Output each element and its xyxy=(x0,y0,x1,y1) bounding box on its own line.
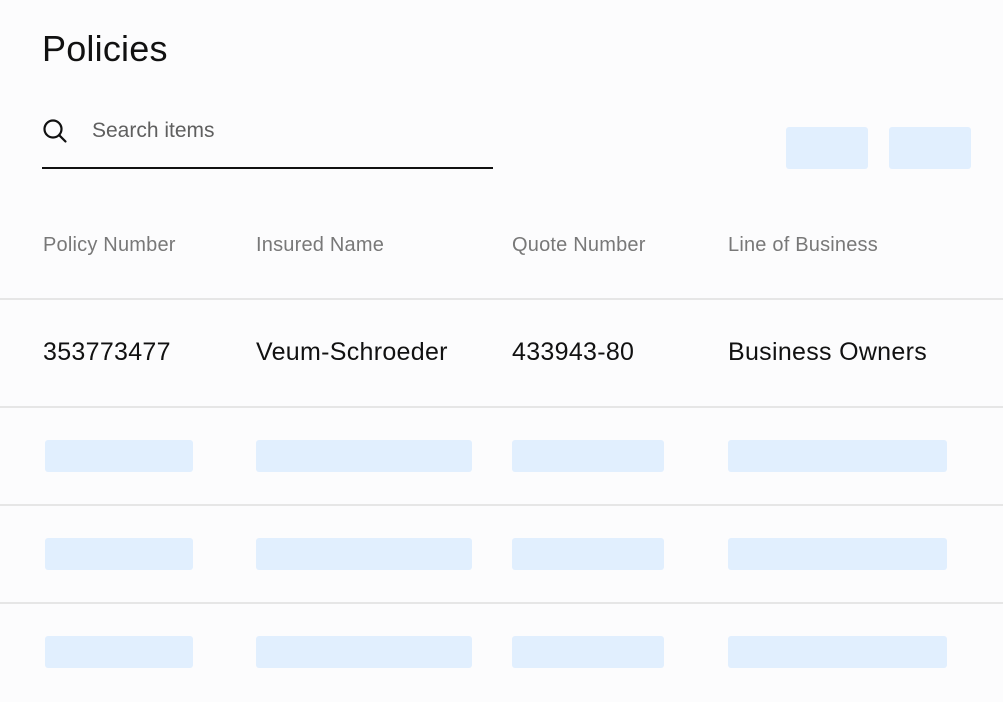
search-input[interactable] xyxy=(92,114,482,148)
skeleton-cell xyxy=(256,538,472,570)
toolbar-button-loading[interactable] xyxy=(786,127,868,169)
cell-insured-name: Veum-Schroeder xyxy=(256,338,448,366)
skeleton-cell xyxy=(512,636,664,668)
skeleton-cell xyxy=(728,636,947,668)
table-row[interactable]: 353773477 Veum-Schroeder 433943-80 Busin… xyxy=(0,300,1003,408)
skeleton-cell xyxy=(45,636,193,668)
table-row-loading xyxy=(0,506,1003,604)
skeleton-cell xyxy=(256,636,472,668)
skeleton-cell xyxy=(512,440,664,472)
cell-quote-number: 433943-80 xyxy=(512,338,635,366)
cell-policy-number: 353773477 xyxy=(43,338,171,366)
column-header-insured-name[interactable]: Insured Name xyxy=(256,234,384,257)
column-header-line-of-business[interactable]: Line of Business xyxy=(728,234,878,257)
skeleton-cell xyxy=(45,538,193,570)
policies-page: Policies Policy Number Insured Name Quot… xyxy=(0,0,1003,702)
search-icon xyxy=(43,119,67,143)
cell-line-of-business: Business Owners xyxy=(728,338,928,366)
skeleton-cell xyxy=(512,538,664,570)
table-row-loading xyxy=(0,604,1003,702)
skeleton-cell xyxy=(728,440,947,472)
table-header: Policy Number Insured Name Quote Number … xyxy=(0,210,1003,300)
toolbar-button-loading[interactable] xyxy=(889,127,971,169)
skeleton-cell xyxy=(256,440,472,472)
skeleton-cell xyxy=(728,538,947,570)
column-header-quote-number[interactable]: Quote Number xyxy=(512,234,646,257)
table-row-loading xyxy=(0,408,1003,506)
search-bar xyxy=(42,108,493,169)
skeleton-cell xyxy=(45,440,193,472)
column-header-policy-number[interactable]: Policy Number xyxy=(43,234,176,257)
page-title: Policies xyxy=(42,28,168,69)
